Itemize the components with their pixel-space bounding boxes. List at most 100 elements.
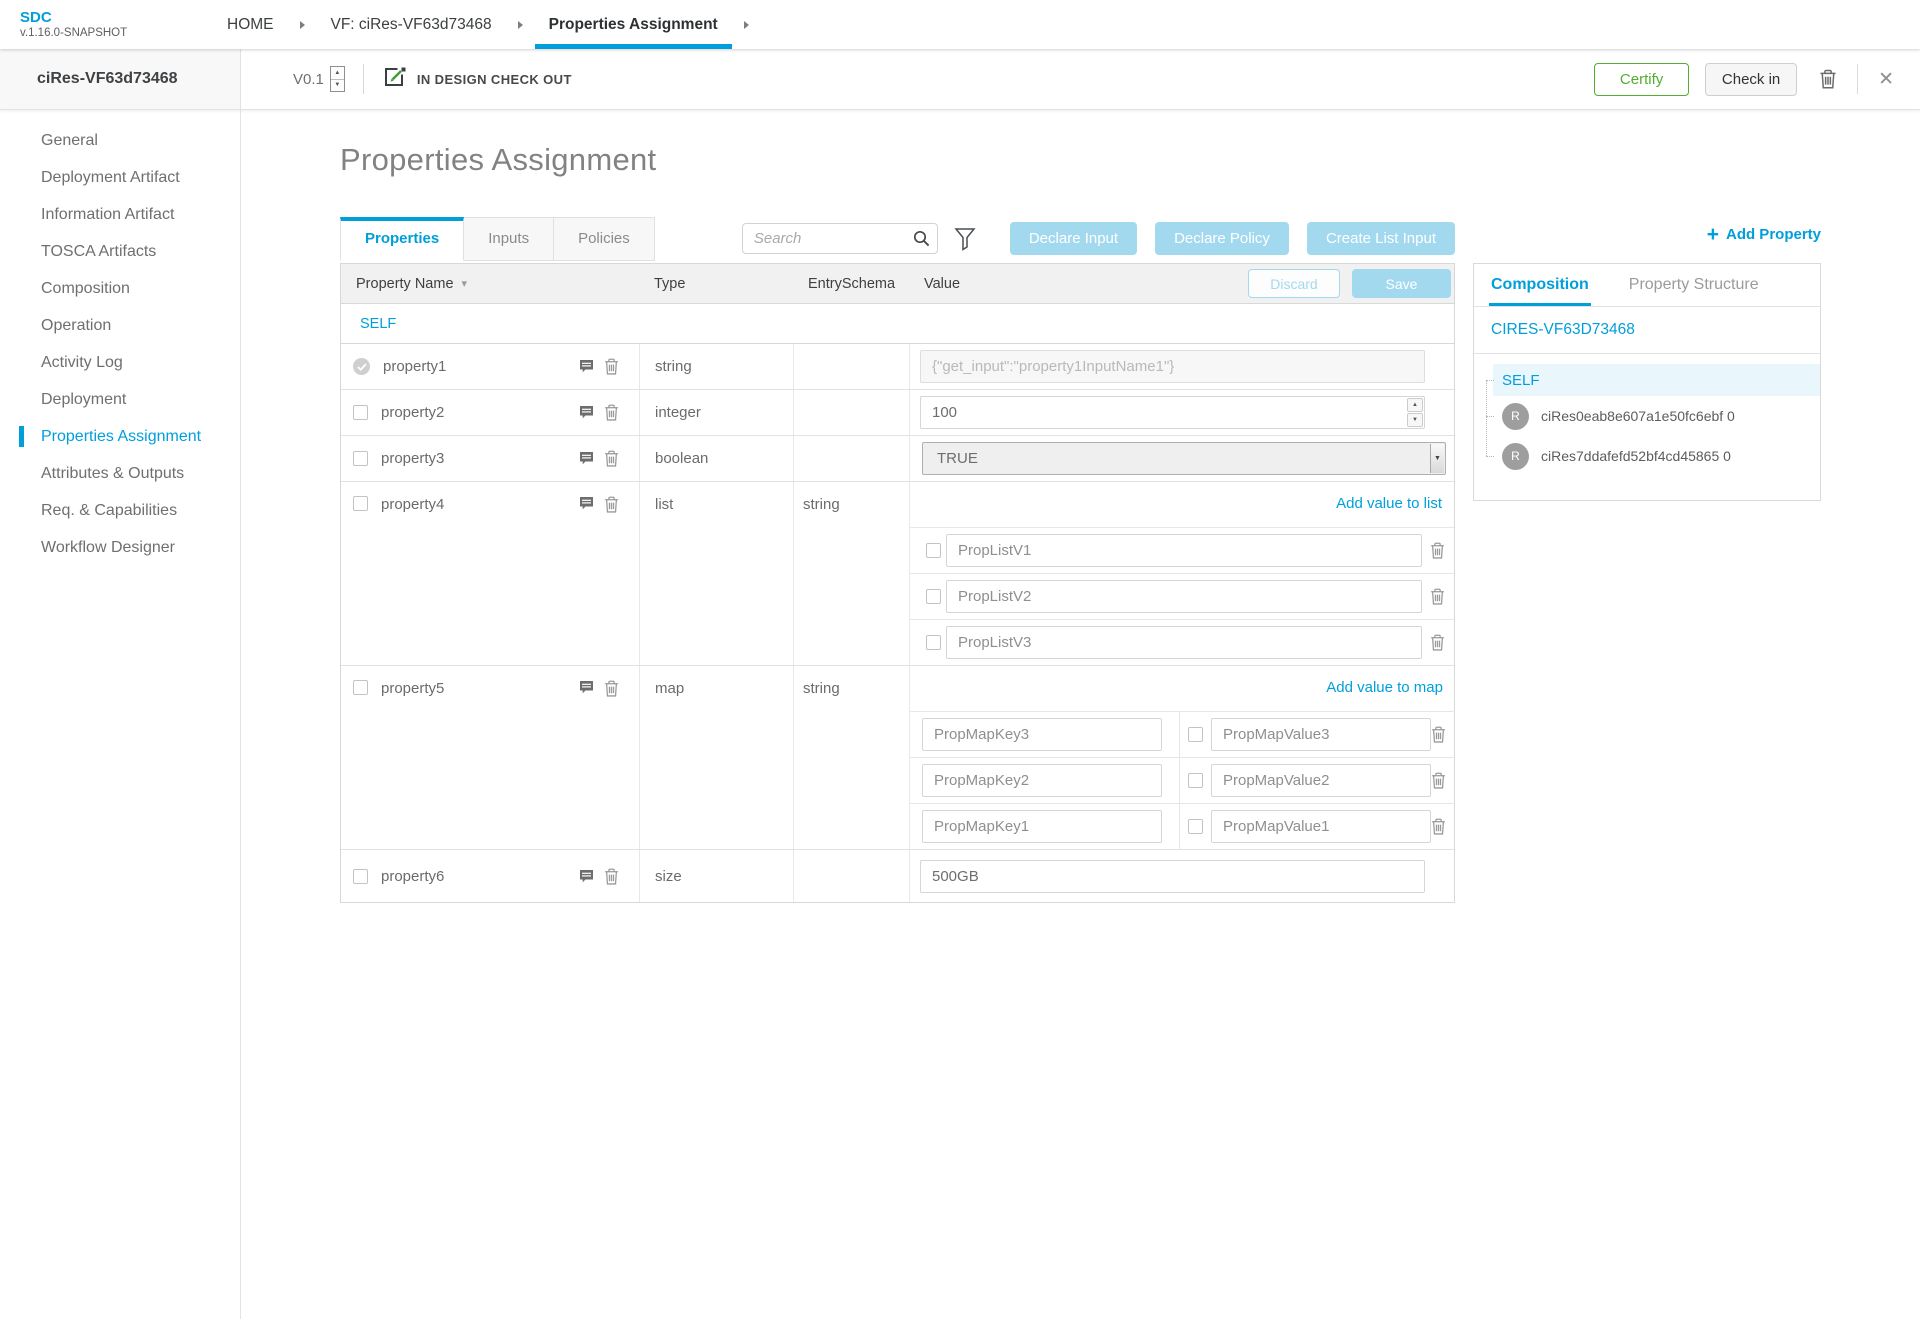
sidebar-item-deployment-artifact[interactable]: Deployment Artifact — [0, 159, 240, 196]
row-checkbox[interactable] — [353, 451, 368, 466]
spinner-up-icon[interactable]: ▲ — [1407, 398, 1423, 412]
map-key-input[interactable] — [922, 810, 1162, 843]
search-input[interactable] — [741, 223, 938, 254]
property-name-label: property1 — [383, 358, 447, 375]
tree-connector — [1486, 380, 1494, 381]
panel-tab-property-structure[interactable]: Property Structure — [1629, 264, 1759, 306]
close-icon[interactable]: ✕ — [1878, 68, 1894, 91]
property-name-cell: property4 — [341, 482, 639, 665]
list-value-input[interactable] — [946, 534, 1422, 567]
certify-button[interactable]: Certify — [1594, 62, 1690, 96]
sidebar-item-composition[interactable]: Composition — [0, 270, 240, 307]
delete-list-value-icon[interactable] — [1430, 542, 1445, 559]
top-nav: SDC v.1.16.0-SNAPSHOT HOME VF: ciRes-VF63… — [0, 0, 1920, 49]
comment-icon[interactable] — [579, 680, 594, 695]
delete-map-value-icon[interactable] — [1431, 772, 1446, 789]
list-value-checkbox[interactable] — [926, 635, 941, 650]
delete-map-value-icon[interactable] — [1431, 726, 1446, 743]
checkin-button[interactable]: Check in — [1705, 62, 1798, 96]
property-type: string — [639, 344, 793, 389]
delete-property-icon[interactable] — [604, 450, 619, 467]
add-property-button[interactable]: + Add Property — [1707, 224, 1821, 245]
save-button[interactable]: Save — [1352, 269, 1451, 298]
number-spinner[interactable]: ▲ ▼ — [1407, 398, 1423, 427]
value-number-input[interactable] — [920, 396, 1425, 429]
tab-policies[interactable]: Policies — [554, 217, 655, 261]
property-value-cell: TRUE ▼ — [909, 436, 1454, 481]
property-name-label: property4 — [381, 496, 445, 513]
discard-button[interactable]: Discard — [1248, 269, 1340, 298]
map-value-input[interactable] — [1211, 764, 1431, 797]
breadcrumb-item[interactable]: VF: ciRes-VF63d73468 — [317, 0, 506, 49]
table-row: property5 map string Add value to map — [341, 666, 1455, 850]
sidebar-item-information-artifact[interactable]: Information Artifact — [0, 196, 240, 233]
sidebar-item-operation[interactable]: Operation — [0, 307, 240, 344]
sidebar-item-general[interactable]: General — [0, 122, 240, 159]
delete-map-value-icon[interactable] — [1431, 818, 1446, 835]
delete-property-icon[interactable] — [604, 868, 619, 885]
create-list-input-button[interactable]: Create List Input — [1306, 222, 1455, 255]
comment-icon[interactable] — [579, 359, 594, 374]
comment-icon[interactable] — [579, 869, 594, 884]
property-name-cell: property3 — [341, 436, 639, 481]
tab-properties[interactable]: Properties — [340, 217, 465, 261]
value-select[interactable]: TRUE ▼ — [922, 442, 1446, 475]
map-key-input[interactable] — [922, 718, 1162, 751]
row-checkbox[interactable] — [353, 405, 368, 420]
delete-list-value-icon[interactable] — [1430, 634, 1445, 651]
map-value-checkbox[interactable] — [1188, 773, 1203, 788]
comment-icon[interactable] — [579, 496, 594, 511]
delete-icon[interactable] — [1819, 69, 1837, 89]
row-checkbox[interactable] — [353, 868, 368, 884]
column-property-name[interactable]: Property Name ▾ — [341, 264, 639, 303]
map-key-input[interactable] — [922, 764, 1162, 797]
delete-property-icon[interactable] — [604, 404, 619, 421]
delete-property-icon[interactable] — [604, 496, 619, 513]
logo-text: SDC — [20, 9, 52, 27]
version-selector[interactable]: ▲ ▼ — [329, 66, 345, 92]
list-value-input[interactable] — [946, 580, 1422, 613]
value-input[interactable] — [920, 859, 1425, 893]
map-value-checkbox[interactable] — [1188, 727, 1203, 742]
breadcrumb-item[interactable]: HOME — [213, 0, 288, 49]
sidebar-item-deployment[interactable]: Deployment — [0, 381, 240, 418]
list-value-input[interactable] — [946, 626, 1422, 659]
delete-property-icon[interactable] — [604, 358, 619, 375]
list-value-checkbox[interactable] — [926, 543, 941, 558]
table-header: Property Name ▾ Type EntrySchema Value D… — [341, 264, 1454, 304]
map-value-checkbox[interactable] — [1188, 819, 1203, 834]
add-value-to-list-link[interactable]: Add value to list — [1336, 495, 1442, 512]
tree-node-instance[interactable]: RciRes0eab8e607a1e50fc6ebf 0 — [1474, 396, 1820, 436]
property-entryschema — [793, 436, 909, 481]
list-value-checkbox[interactable] — [926, 589, 941, 604]
panel-tab-composition[interactable]: Composition — [1489, 264, 1591, 306]
tree-node-self[interactable]: SELF — [1493, 364, 1820, 396]
map-value-input[interactable] — [1211, 810, 1431, 843]
active-crumb-underline — [534, 44, 732, 49]
sidebar-item-req-capabilities[interactable]: Req. & Capabilities — [0, 492, 240, 529]
sdc-logo[interactable]: SDC v.1.16.0-SNAPSHOT — [20, 9, 185, 39]
row-checkbox[interactable] — [353, 680, 368, 695]
breadcrumb-item[interactable]: Properties Assignment — [534, 0, 732, 49]
row-checkbox[interactable] — [353, 496, 368, 511]
comment-icon[interactable] — [579, 451, 594, 466]
sidebar-item-properties-assignment[interactable]: Properties Assignment — [0, 418, 240, 455]
tree-node-instance[interactable]: RciRes7ddafefd52bf4cd45865 0 — [1474, 436, 1820, 476]
sidebar-item-workflow-designer[interactable]: Workflow Designer — [0, 529, 240, 566]
add-value-to-map-link[interactable]: Add value to map — [1326, 679, 1443, 696]
delete-list-value-icon[interactable] — [1430, 588, 1445, 605]
declare-input-button[interactable]: Declare Input — [1009, 222, 1138, 255]
tab-inputs[interactable]: Inputs — [464, 217, 555, 261]
sidebar-item-tosca-artifacts[interactable]: TOSCA Artifacts — [0, 233, 240, 270]
sidebar-item-activity-log[interactable]: Activity Log — [0, 344, 240, 381]
spinner-down-icon[interactable]: ▼ — [1407, 413, 1423, 427]
component-name[interactable]: CIRES-VF63D73468 — [1474, 307, 1820, 354]
sidebar-item-attributes-outputs[interactable]: Attributes & Outputs — [0, 455, 240, 492]
search-icon[interactable] — [913, 230, 930, 252]
filter-icon[interactable] — [954, 227, 976, 251]
map-value-input[interactable] — [1211, 718, 1431, 751]
delete-property-icon[interactable] — [604, 680, 619, 697]
declare-policy-button[interactable]: Declare Policy — [1155, 222, 1289, 255]
group-row-self[interactable]: SELF — [341, 304, 1454, 344]
comment-icon[interactable] — [579, 405, 594, 420]
